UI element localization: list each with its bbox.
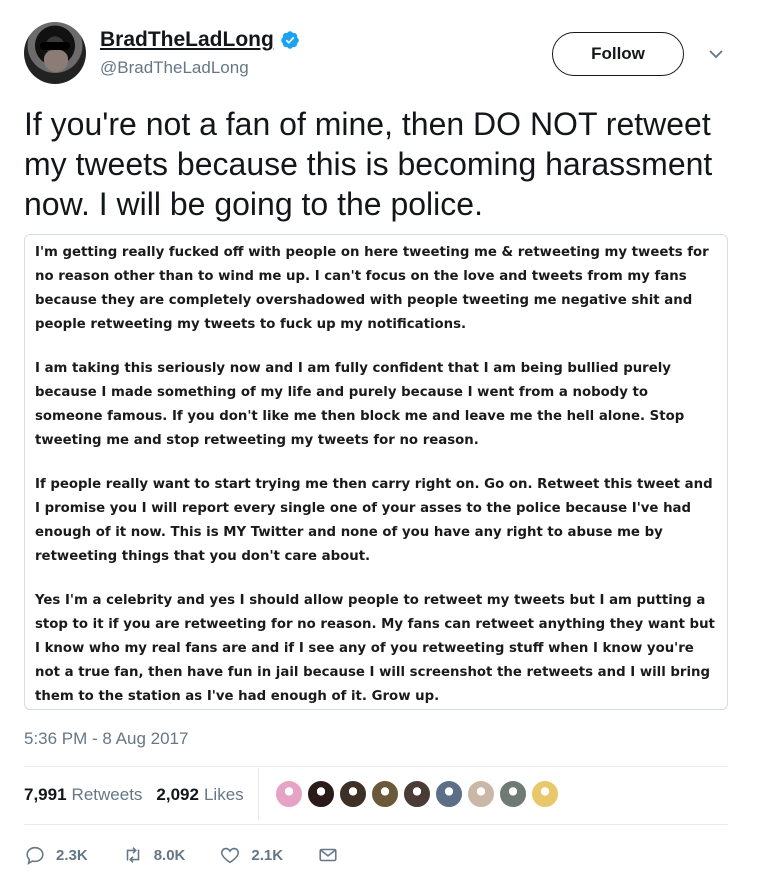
retweet-count: 8.0K (153, 846, 186, 864)
like-count: 2.1K (251, 846, 284, 864)
reply-icon (26, 846, 44, 865)
retweet-icon (126, 847, 139, 863)
divider (24, 766, 728, 767)
user-avatar[interactable] (24, 22, 86, 84)
likes-label[interactable]: Likes (204, 785, 244, 805)
liker-avatar[interactable] (339, 780, 367, 808)
retweets-label[interactable]: Retweets (72, 785, 143, 805)
stats-separator (258, 768, 259, 820)
avatar-sunglasses (40, 42, 70, 50)
name-row: BradTheLadLong (100, 28, 300, 52)
tweet-actions: 2.3K 8.0K 2.1K (24, 840, 373, 870)
liker-avatar[interactable] (275, 780, 303, 808)
retweet-button[interactable]: 8.0K (122, 844, 186, 866)
chevron-down-icon[interactable] (706, 44, 726, 64)
direct-message-button[interactable] (317, 844, 339, 866)
liker-avatar[interactable] (531, 780, 559, 808)
liker-avatar[interactable] (467, 780, 495, 808)
retweets-count[interactable]: 7,991 (24, 785, 67, 805)
liker-avatar[interactable] (499, 780, 527, 808)
tweet-timestamp[interactable]: 5:36 PM - 8 Aug 2017 (24, 729, 188, 749)
liker-avatar[interactable] (435, 780, 463, 808)
liker-avatar[interactable] (307, 780, 335, 808)
liker-avatar[interactable] (403, 780, 431, 808)
avatar-face (44, 50, 68, 72)
verified-badge-icon (281, 31, 299, 49)
reply-button[interactable]: 2.3K (24, 844, 88, 866)
reply-count: 2.3K (56, 846, 88, 864)
image-paragraph: I'm getting really fucked off with peopl… (35, 245, 709, 332)
image-paragraph: I am taking this seriously now and I am … (35, 361, 685, 448)
likes-count[interactable]: 2,092 (156, 785, 199, 805)
liker-avatar[interactable] (371, 780, 399, 808)
image-paragraph: If people really want to start trying me… (35, 477, 713, 564)
engagement-stats: 7,991 Retweets 2,092 Likes (24, 778, 258, 812)
follow-button[interactable]: Follow (552, 32, 684, 76)
tweet-header: BradTheLadLong @BradTheLadLong Follow (24, 22, 740, 88)
attached-text-image[interactable]: I'm getting really fucked off with peopl… (24, 234, 728, 710)
divider (24, 824, 728, 825)
tweet-text: If you're not a fan of mine, then DO NOT… (24, 106, 713, 222)
envelope-icon (319, 848, 337, 862)
image-paragraph: Yes I'm a celebrity and yes I should all… (35, 593, 715, 704)
liker-avatars (275, 780, 559, 808)
like-button[interactable]: 2.1K (219, 844, 283, 866)
heart-icon (221, 847, 240, 864)
display-name[interactable]: BradTheLadLong (100, 28, 274, 52)
user-handle[interactable]: @BradTheLadLong (100, 58, 249, 78)
